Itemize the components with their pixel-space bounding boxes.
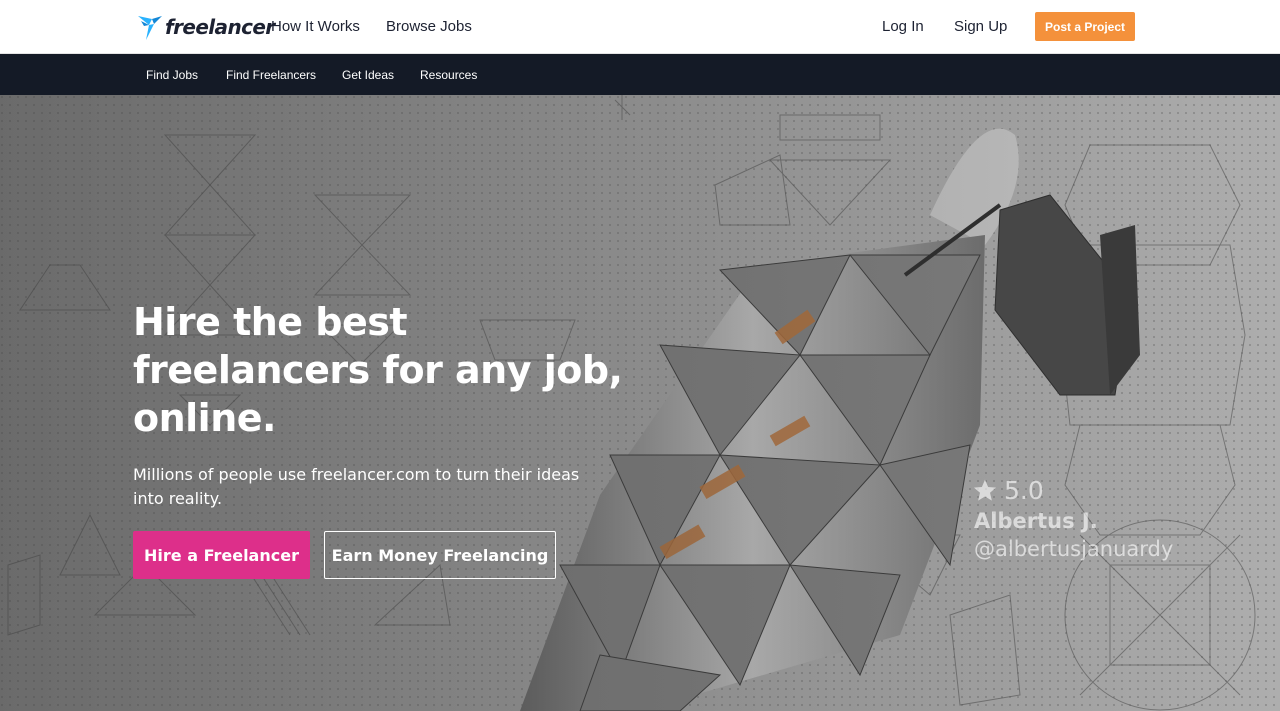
- earn-money-button[interactable]: Earn Money Freelancing: [324, 531, 556, 579]
- top-header: freelancer How It Works Browse Jobs Log …: [0, 0, 1280, 54]
- subnav-find-freelancers[interactable]: Find Freelancers: [226, 67, 316, 83]
- subnav-get-ideas[interactable]: Get Ideas: [342, 67, 394, 83]
- nav-how-it-works[interactable]: How It Works: [271, 17, 360, 37]
- credit-author-handle[interactable]: @albertusjanuardy: [974, 535, 1173, 563]
- credit-score: 5.0: [1004, 475, 1044, 505]
- freelancer-bird-icon: [138, 16, 162, 40]
- artwork-credit: 5.0 Albertus J. @albertusjanuardy: [972, 473, 1173, 563]
- hire-freelancer-button[interactable]: Hire a Freelancer: [133, 531, 310, 579]
- secondary-nav: Find Jobs Find Freelancers Get Ideas Res…: [0, 54, 1280, 95]
- star-icon: [973, 479, 997, 501]
- logo-wordmark: freelancer: [165, 15, 275, 39]
- nav-browse-jobs[interactable]: Browse Jobs: [386, 17, 472, 37]
- sign-up-link[interactable]: Sign Up: [954, 17, 1007, 37]
- freelancer-logo[interactable]: freelancer: [137, 12, 275, 42]
- hero-subtitle: Millions of people use freelancer.com to…: [133, 465, 580, 508]
- subnav-resources[interactable]: Resources: [420, 67, 477, 83]
- hero-title: Hire the best freelancers for any job, o…: [133, 300, 623, 440]
- log-in-link[interactable]: Log In: [882, 17, 924, 37]
- credit-author-name: Albertus J.: [974, 509, 1098, 533]
- credit-rating: 5.0: [972, 473, 1173, 507]
- subnav-find-jobs[interactable]: Find Jobs: [146, 67, 198, 83]
- hero-section: Hire the best freelancers for any job, o…: [0, 95, 1280, 711]
- post-project-button[interactable]: Post a Project: [1035, 12, 1135, 41]
